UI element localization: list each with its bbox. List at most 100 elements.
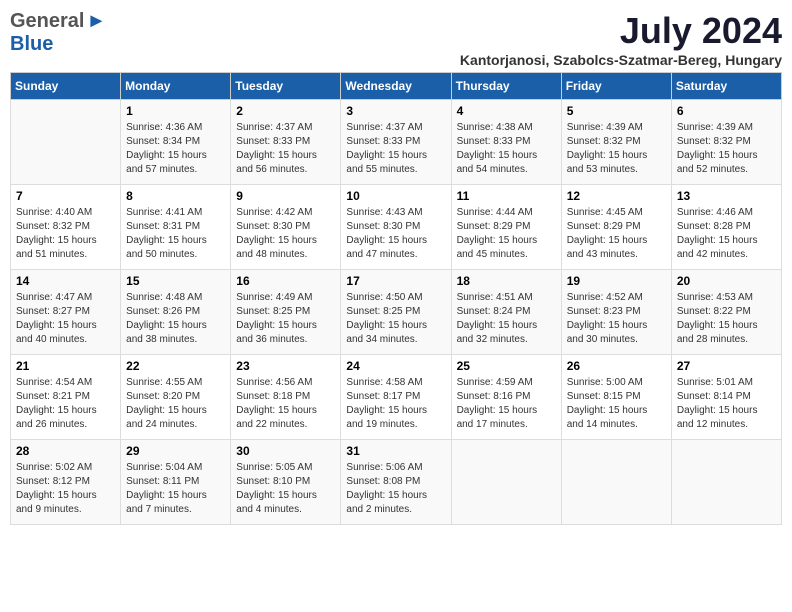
- day-info: Sunrise: 4:39 AM Sunset: 8:32 PM Dayligh…: [677, 121, 776, 177]
- day-info: Sunrise: 4:38 AM Sunset: 8:33 PM Dayligh…: [457, 121, 556, 177]
- day-number: 8: [126, 189, 225, 203]
- day-info: Sunrise: 4:54 AM Sunset: 8:21 PM Dayligh…: [16, 376, 115, 432]
- calendar-cell: [451, 440, 561, 525]
- day-number: 11: [457, 189, 556, 203]
- logo: General ► Blue: [10, 10, 106, 56]
- day-info: Sunrise: 4:53 AM Sunset: 8:22 PM Dayligh…: [677, 291, 776, 347]
- calendar-cell: 24 Sunrise: 4:58 AM Sunset: 8:17 PM Dayli…: [341, 355, 451, 440]
- calendar-cell: 12 Sunrise: 4:45 AM Sunset: 8:29 PM Dayli…: [561, 185, 671, 270]
- calendar-header: SundayMondayTuesdayWednesdayThursdayFrid…: [11, 73, 782, 100]
- location-title: Kantorjanosi, Szabolcs-Szatmar-Bereg, Hu…: [460, 52, 782, 68]
- weekday-header-monday: Monday: [121, 73, 231, 100]
- calendar-cell: 13 Sunrise: 4:46 AM Sunset: 8:28 PM Dayli…: [671, 185, 781, 270]
- calendar-cell: 3Sunrise: 4:37 AM Sunset: 8:33 PM Daylig…: [341, 100, 451, 185]
- day-info: Sunrise: 4:39 AM Sunset: 8:32 PM Dayligh…: [567, 121, 666, 177]
- title-area: July 2024 Kantorjanosi, Szabolcs-Szatmar…: [460, 10, 782, 68]
- day-info: Sunrise: 5:06 AM Sunset: 8:08 PM Dayligh…: [346, 461, 445, 517]
- calendar-cell: 10Sunrise: 4:43 AM Sunset: 8:30 PM Dayli…: [341, 185, 451, 270]
- calendar-cell: 6 Sunrise: 4:39 AM Sunset: 8:32 PM Daylig…: [671, 100, 781, 185]
- calendar-cell: 1 Sunrise: 4:36 AM Sunset: 8:34 PM Daylig…: [121, 100, 231, 185]
- day-info: Sunrise: 4:37 AM Sunset: 8:33 PM Dayligh…: [236, 121, 335, 177]
- calendar-cell: 28Sunrise: 5:02 AM Sunset: 8:12 PM Dayli…: [11, 440, 121, 525]
- day-number: 21: [16, 359, 115, 373]
- weekday-header-sunday: Sunday: [11, 73, 121, 100]
- day-info: Sunrise: 5:05 AM Sunset: 8:10 PM Dayligh…: [236, 461, 335, 517]
- day-number: 9: [236, 189, 335, 203]
- calendar-cell: 21 Sunrise: 4:54 AM Sunset: 8:21 PM Dayli…: [11, 355, 121, 440]
- day-info: Sunrise: 4:43 AM Sunset: 8:30 PM Dayligh…: [346, 206, 445, 262]
- calendar-cell: 25 Sunrise: 4:59 AM Sunset: 8:16 PM Dayli…: [451, 355, 561, 440]
- day-info: Sunrise: 4:49 AM Sunset: 8:25 PM Dayligh…: [236, 291, 335, 347]
- logo-general: General: [10, 10, 84, 33]
- day-number: 1: [126, 104, 225, 118]
- weekday-row: SundayMondayTuesdayWednesdayThursdayFrid…: [11, 73, 782, 100]
- calendar-cell: 27 Sunrise: 5:01 AM Sunset: 8:14 PM Dayli…: [671, 355, 781, 440]
- day-info: Sunrise: 4:40 AM Sunset: 8:32 PM Dayligh…: [16, 206, 115, 262]
- day-number: 27: [677, 359, 776, 373]
- day-info: Sunrise: 4:59 AM Sunset: 8:16 PM Dayligh…: [457, 376, 556, 432]
- day-number: 12: [567, 189, 666, 203]
- calendar-cell: 30 Sunrise: 5:05 AM Sunset: 8:10 PM Dayli…: [231, 440, 341, 525]
- calendar-cell: 7 Sunrise: 4:40 AM Sunset: 8:32 PM Daylig…: [11, 185, 121, 270]
- day-info: Sunrise: 4:55 AM Sunset: 8:20 PM Dayligh…: [126, 376, 225, 432]
- calendar-cell: 14 Sunrise: 4:47 AM Sunset: 8:27 PM Dayli…: [11, 270, 121, 355]
- day-info: Sunrise: 4:42 AM Sunset: 8:30 PM Dayligh…: [236, 206, 335, 262]
- day-number: 14: [16, 274, 115, 288]
- day-info: Sunrise: 4:36 AM Sunset: 8:34 PM Dayligh…: [126, 121, 225, 177]
- month-title: July 2024: [460, 10, 782, 52]
- day-number: 15: [126, 274, 225, 288]
- day-info: Sunrise: 4:44 AM Sunset: 8:29 PM Dayligh…: [457, 206, 556, 262]
- day-number: 29: [126, 444, 225, 458]
- day-number: 2: [236, 104, 335, 118]
- day-number: 5: [567, 104, 666, 118]
- day-number: 24: [346, 359, 445, 373]
- calendar-cell: 22Sunrise: 4:55 AM Sunset: 8:20 PM Dayli…: [121, 355, 231, 440]
- day-number: 6: [677, 104, 776, 118]
- calendar-cell: 18Sunrise: 4:51 AM Sunset: 8:24 PM Dayli…: [451, 270, 561, 355]
- day-info: Sunrise: 4:56 AM Sunset: 8:18 PM Dayligh…: [236, 376, 335, 432]
- day-number: 4: [457, 104, 556, 118]
- day-number: 16: [236, 274, 335, 288]
- page-header: General ► Blue July 2024 Kantorjanosi, S…: [10, 10, 782, 68]
- day-info: Sunrise: 4:41 AM Sunset: 8:31 PM Dayligh…: [126, 206, 225, 262]
- day-number: 30: [236, 444, 335, 458]
- day-number: 7: [16, 189, 115, 203]
- week-row-1: 1 Sunrise: 4:36 AM Sunset: 8:34 PM Daylig…: [11, 100, 782, 185]
- day-info: Sunrise: 4:50 AM Sunset: 8:25 PM Dayligh…: [346, 291, 445, 347]
- day-info: Sunrise: 5:04 AM Sunset: 8:11 PM Dayligh…: [126, 461, 225, 517]
- weekday-header-saturday: Saturday: [671, 73, 781, 100]
- day-number: 19: [567, 274, 666, 288]
- day-number: 3: [346, 104, 445, 118]
- logo-blue: Blue: [10, 33, 53, 56]
- day-info: Sunrise: 5:01 AM Sunset: 8:14 PM Dayligh…: [677, 376, 776, 432]
- calendar-cell: 26Sunrise: 5:00 AM Sunset: 8:15 PM Dayli…: [561, 355, 671, 440]
- calendar-cell: 11 Sunrise: 4:44 AM Sunset: 8:29 PM Dayli…: [451, 185, 561, 270]
- weekday-header-friday: Friday: [561, 73, 671, 100]
- calendar-cell: 2 Sunrise: 4:37 AM Sunset: 8:33 PM Daylig…: [231, 100, 341, 185]
- week-row-2: 7 Sunrise: 4:40 AM Sunset: 8:32 PM Daylig…: [11, 185, 782, 270]
- calendar-cell: 31Sunrise: 5:06 AM Sunset: 8:08 PM Dayli…: [341, 440, 451, 525]
- day-number: 13: [677, 189, 776, 203]
- calendar-cell: 19 Sunrise: 4:52 AM Sunset: 8:23 PM Dayli…: [561, 270, 671, 355]
- calendar-cell: 20Sunrise: 4:53 AM Sunset: 8:22 PM Dayli…: [671, 270, 781, 355]
- calendar-cell: 4 Sunrise: 4:38 AM Sunset: 8:33 PM Daylig…: [451, 100, 561, 185]
- calendar-cell: 5 Sunrise: 4:39 AM Sunset: 8:32 PM Daylig…: [561, 100, 671, 185]
- day-info: Sunrise: 5:00 AM Sunset: 8:15 PM Dayligh…: [567, 376, 666, 432]
- calendar-cell: 8 Sunrise: 4:41 AM Sunset: 8:31 PM Daylig…: [121, 185, 231, 270]
- week-row-4: 21 Sunrise: 4:54 AM Sunset: 8:21 PM Dayli…: [11, 355, 782, 440]
- calendar-cell: [561, 440, 671, 525]
- day-info: Sunrise: 4:47 AM Sunset: 8:27 PM Dayligh…: [16, 291, 115, 347]
- day-info: Sunrise: 4:58 AM Sunset: 8:17 PM Dayligh…: [346, 376, 445, 432]
- calendar-cell: [671, 440, 781, 525]
- day-info: Sunrise: 4:45 AM Sunset: 8:29 PM Dayligh…: [567, 206, 666, 262]
- day-info: Sunrise: 4:52 AM Sunset: 8:23 PM Dayligh…: [567, 291, 666, 347]
- day-number: 23: [236, 359, 335, 373]
- calendar-cell: 29 Sunrise: 5:04 AM Sunset: 8:11 PM Dayli…: [121, 440, 231, 525]
- week-row-5: 28Sunrise: 5:02 AM Sunset: 8:12 PM Dayli…: [11, 440, 782, 525]
- weekday-header-thursday: Thursday: [451, 73, 561, 100]
- day-info: Sunrise: 4:46 AM Sunset: 8:28 PM Dayligh…: [677, 206, 776, 262]
- day-number: 25: [457, 359, 556, 373]
- day-number: 28: [16, 444, 115, 458]
- logo-bird-icon: ►: [86, 10, 106, 33]
- weekday-header-tuesday: Tuesday: [231, 73, 341, 100]
